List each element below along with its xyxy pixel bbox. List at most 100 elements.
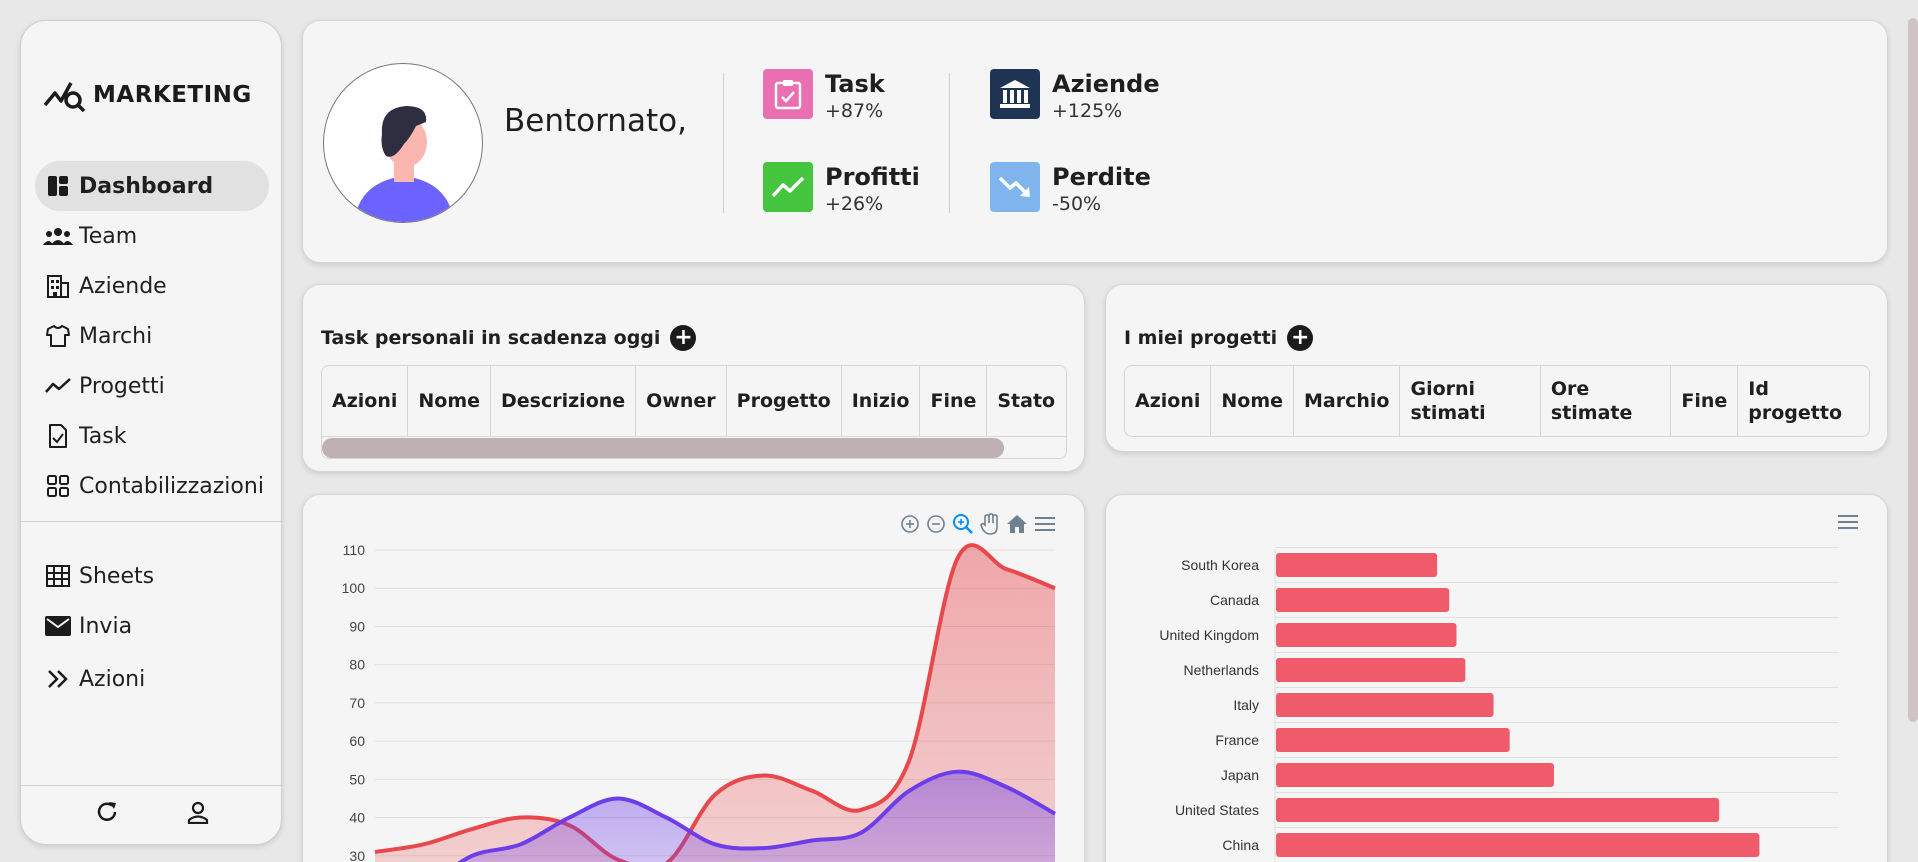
stat-value: +87% (825, 100, 884, 122)
sidebar-item-contabilizzazioni[interactable]: Contabilizzazioni (35, 461, 269, 511)
sidebar-footer (21, 784, 283, 844)
category-label: France (1215, 732, 1259, 748)
sidebar-item-marchi[interactable]: Marchi (35, 311, 269, 361)
user-icon[interactable] (186, 800, 210, 828)
y-tick-label: 50 (349, 771, 365, 787)
projects-card: I miei progetti + Azioni Nome Marchio Giorn… (1105, 284, 1888, 452)
area-chart-card: 110 100 90 80 70 60 50 40 30 (302, 494, 1085, 862)
bank-icon (990, 69, 1040, 119)
mail-icon (43, 611, 73, 641)
add-task-button[interactable]: + (670, 325, 697, 351)
shirt-icon (43, 321, 73, 351)
sidebar-item-invia[interactable]: Invia (35, 601, 269, 651)
bar[interactable] (1276, 763, 1554, 787)
sidebar-item-label: Task (79, 423, 127, 449)
category-label: Japan (1221, 767, 1259, 783)
brand-name: MARKETING (93, 82, 252, 108)
tasks-table: Azioni Nome Descrizione Owner Progetto Inizio… (321, 365, 1067, 459)
y-tick-label: 30 (349, 848, 365, 862)
page-scrollbar[interactable] (1908, 18, 1918, 722)
category-label: Netherlands (1184, 662, 1260, 678)
task-icon (43, 421, 73, 451)
bar[interactable] (1276, 798, 1720, 822)
y-tick-label: 110 (343, 542, 366, 558)
bar[interactable] (1276, 588, 1450, 612)
brand[interactable]: MARKETING (43, 73, 252, 117)
stat-profitti[interactable]: Profitti +26% (763, 162, 920, 216)
double-chevron-icon (43, 664, 73, 694)
grid-icon (43, 471, 73, 501)
sidebar-item-label: Progetti (79, 373, 165, 399)
category-label: China (1222, 837, 1259, 853)
category-label: United Kingdom (1159, 627, 1259, 643)
sidebar-item-label: Invia (79, 613, 133, 639)
sidebar-item-label: Dashboard (79, 173, 214, 199)
column-header[interactable]: Id progetto (1738, 366, 1869, 436)
refresh-icon[interactable] (95, 800, 119, 828)
trend-up-icon (763, 162, 813, 212)
stat-title: Profitti (825, 163, 920, 191)
stat-title: Perdite (1052, 163, 1151, 191)
team-icon (43, 221, 73, 251)
card-title: I miei progetti + (1124, 325, 1314, 351)
divider (723, 73, 724, 213)
scrollbar-thumb[interactable] (322, 438, 1004, 458)
category-label: Canada (1210, 592, 1259, 608)
clipboard-check-icon (763, 69, 813, 119)
bar[interactable] (1276, 728, 1510, 752)
nav-divider (21, 521, 283, 522)
sidebar-item-progetti[interactable]: Progetti (35, 361, 269, 411)
building-icon (43, 271, 73, 301)
sidebar-item-aziende[interactable]: Aziende (35, 261, 269, 311)
sidebar: MARKETING Dashboard Team Aziende Marchi … (20, 20, 283, 845)
column-header[interactable]: Fine (1670, 366, 1739, 436)
chart-search-icon (43, 73, 87, 117)
column-header[interactable]: Azioni (322, 366, 409, 436)
column-header[interactable]: Marchio (1293, 366, 1401, 436)
bar[interactable] (1276, 833, 1760, 857)
y-tick-label: 90 (349, 618, 365, 634)
bar[interactable] (1276, 553, 1438, 577)
column-header[interactable]: Owner (635, 366, 727, 436)
horizontal-scrollbar[interactable] (322, 436, 1066, 458)
column-header[interactable]: Ore stimate (1540, 366, 1672, 436)
sidebar-item-task[interactable]: Task (35, 411, 269, 461)
trend-icon (43, 371, 73, 401)
add-project-button[interactable]: + (1287, 325, 1314, 351)
stat-task[interactable]: Task +87% (763, 69, 885, 123)
projects-table: Azioni Nome Marchio Giorni stimati Ore stima… (1124, 365, 1870, 437)
divider (949, 73, 950, 213)
column-header[interactable]: Nome (407, 366, 492, 436)
sidebar-secondary-nav: Sheets Invia Azioni (35, 551, 269, 707)
stat-value: -50% (1052, 193, 1102, 215)
stat-perdite[interactable]: Perdite -50% (990, 162, 1151, 216)
tasks-card: Task personali in scadenza oggi + Azioni… (302, 284, 1085, 472)
column-header[interactable]: Stato (987, 366, 1065, 436)
card-title: Task personali in scadenza oggi + (321, 325, 697, 351)
y-tick-label: 70 (349, 695, 365, 711)
sidebar-item-dashboard[interactable]: Dashboard (35, 161, 269, 211)
column-header[interactable]: Inizio (841, 366, 921, 436)
bar[interactable] (1276, 623, 1457, 647)
table-header-row: Azioni Nome Descrizione Owner Progetto Inizio… (322, 366, 1065, 436)
stat-aziende[interactable]: Aziende +125% (990, 69, 1160, 123)
column-header[interactable]: Giorni stimati (1399, 366, 1541, 436)
category-label: South Korea (1181, 557, 1259, 573)
sidebar-item-sheets[interactable]: Sheets (35, 551, 269, 601)
trend-down-icon (990, 162, 1040, 212)
column-header[interactable]: Fine (919, 366, 988, 436)
category-label: United States (1175, 802, 1259, 818)
bar[interactable] (1276, 693, 1494, 717)
sidebar-item-label: Team (79, 223, 138, 249)
area-chart: 110 100 90 80 70 60 50 40 30 (342, 542, 1056, 862)
y-tick-label: 80 (349, 657, 365, 673)
column-header[interactable]: Progetto (726, 366, 842, 436)
column-header[interactable]: Azioni (1125, 366, 1212, 436)
projects-title: I miei progetti (1124, 327, 1278, 349)
column-header[interactable]: Nome (1210, 366, 1295, 436)
sidebar-item-azioni[interactable]: Azioni (35, 651, 269, 707)
table-header-row: Azioni Nome Marchio Giorni stimati Ore stima… (1125, 366, 1869, 436)
sidebar-item-team[interactable]: Team (35, 211, 269, 261)
column-header[interactable]: Descrizione (490, 366, 637, 436)
bar[interactable] (1276, 658, 1466, 682)
